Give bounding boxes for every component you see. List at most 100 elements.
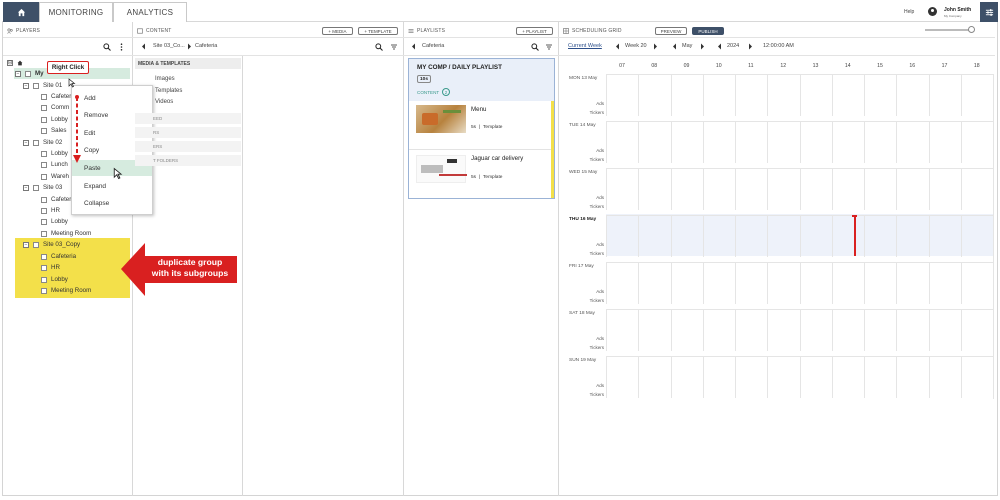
avatar[interactable] [928, 7, 937, 16]
schedule-cell[interactable] [702, 262, 735, 304]
schedule-cell[interactable] [638, 309, 671, 351]
tree-item[interactable]: HR [41, 262, 60, 273]
schedule-cell[interactable] [767, 309, 800, 351]
schedule-cell[interactable] [638, 121, 671, 163]
schedule-cell[interactable] [799, 215, 832, 257]
expand-toggle[interactable]: ⊟ [7, 59, 13, 66]
preview-button[interactable]: PREVIEW [655, 27, 687, 35]
schedule-cell[interactable] [606, 262, 639, 304]
tree-group-site01[interactable]: − Site 01 [23, 80, 62, 91]
chevron-right-icon[interactable] [653, 43, 658, 50]
schedule-cell[interactable] [767, 121, 800, 163]
item-checkbox[interactable] [41, 218, 47, 225]
schedule-cell[interactable] [960, 121, 993, 163]
schedule-cell[interactable] [928, 121, 961, 163]
item-checkbox[interactable] [41, 276, 47, 283]
schedule-cell[interactable] [767, 168, 800, 210]
tree-item[interactable]: Lobby [41, 114, 68, 125]
item-checkbox[interactable] [41, 196, 47, 203]
schedule-cell[interactable] [735, 168, 768, 210]
tab-analytics[interactable]: ANALYTICS [113, 2, 187, 22]
schedule-cell[interactable] [702, 356, 735, 398]
tree-group-site02[interactable]: − Site 02 [23, 137, 62, 148]
schedule-cell[interactable] [735, 74, 768, 116]
expand-toggle[interactable]: − [23, 241, 29, 248]
group-checkbox[interactable] [33, 139, 39, 146]
schedule-cell[interactable] [864, 309, 897, 351]
schedule-cell[interactable] [606, 356, 639, 398]
tree-item[interactable]: Comm [41, 102, 69, 113]
schedule-cell[interactable] [735, 309, 768, 351]
content-item-templates[interactable]: Templates [155, 88, 182, 94]
schedule-cell[interactable] [896, 74, 929, 116]
schedule-cell[interactable] [606, 168, 639, 210]
schedule-cell[interactable] [606, 74, 639, 116]
section-ers[interactable]: ERS [135, 141, 241, 152]
item-checkbox[interactable] [41, 127, 47, 134]
search-icon[interactable] [531, 43, 539, 51]
schedule-cell[interactable] [928, 356, 961, 398]
schedule-cell[interactable] [702, 74, 735, 116]
tree-group-my[interactable]: − My [15, 68, 44, 79]
zoom-slider[interactable] [925, 29, 971, 31]
schedule-cell[interactable] [670, 121, 703, 163]
schedule-cell[interactable] [928, 215, 961, 257]
item-checkbox[interactable] [41, 264, 47, 271]
schedule-cell[interactable] [896, 356, 929, 398]
tree-item[interactable]: Sales [41, 125, 66, 136]
chevron-left-icon[interactable] [672, 43, 677, 50]
schedule-cell[interactable] [638, 356, 671, 398]
schedule-cell[interactable] [831, 309, 864, 351]
settings-button[interactable] [980, 2, 998, 22]
schedule-cell[interactable] [767, 74, 800, 116]
schedule-cell[interactable] [670, 356, 703, 398]
search-icon[interactable] [103, 43, 111, 51]
menu-item-collapse[interactable]: Collapse [72, 195, 152, 211]
schedule-cell[interactable] [831, 262, 864, 304]
current-week-link[interactable]: Current Week [568, 43, 602, 49]
tree-item[interactable]: Meeting Room [41, 285, 91, 296]
chevron-right-icon[interactable] [748, 43, 753, 50]
schedule-cell[interactable] [702, 309, 735, 351]
section-folders[interactable]: T FOLDERS [135, 155, 241, 166]
schedule-cell[interactable] [670, 262, 703, 304]
group-checkbox[interactable] [33, 82, 39, 89]
chevron-left-icon[interactable] [141, 43, 146, 50]
chevron-left-icon[interactable] [717, 43, 722, 50]
content-item-videos[interactable]: Videos [155, 99, 173, 105]
schedule-cell[interactable] [928, 168, 961, 210]
tree-group-site03-copy[interactable]: − Site 03_Copy [23, 239, 80, 250]
help-link[interactable]: Help [904, 9, 914, 15]
schedule-cell[interactable] [606, 215, 639, 257]
schedule-cell[interactable] [638, 74, 671, 116]
schedule-cell[interactable] [928, 74, 961, 116]
chevron-left-icon[interactable] [615, 43, 620, 50]
add-media-button[interactable]: + MEDIA [322, 27, 353, 35]
tree-item[interactable]: Lobby [41, 148, 68, 159]
schedule-cell[interactable] [702, 215, 735, 257]
schedule-cell[interactable] [864, 121, 897, 163]
schedule-cell[interactable] [960, 215, 993, 257]
group-checkbox[interactable] [33, 241, 39, 248]
schedule-cell[interactable] [896, 262, 929, 304]
schedule-cell[interactable] [606, 309, 639, 351]
item-checkbox[interactable] [41, 287, 47, 294]
time-field[interactable]: 12:00:00 AM [763, 43, 794, 49]
item-checkbox[interactable] [41, 253, 47, 260]
schedule-cell[interactable] [864, 74, 897, 116]
tree-item[interactable]: Lobby [41, 274, 68, 285]
more-vertical-icon[interactable] [119, 43, 124, 51]
schedule-cell[interactable] [606, 121, 639, 163]
section-media-templates[interactable]: MEDIA & TEMPLATES [135, 58, 241, 69]
group-checkbox[interactable] [25, 70, 31, 77]
schedule-cell[interactable] [670, 74, 703, 116]
menu-item-expand[interactable]: Expand [72, 178, 152, 194]
menu-item-add[interactable]: Add [72, 90, 152, 106]
schedule-cell[interactable] [896, 121, 929, 163]
tab-monitoring[interactable]: MONITORING [39, 2, 113, 22]
tree-item[interactable]: Cafeteria [41, 251, 76, 262]
tree-item[interactable]: HR [41, 205, 60, 216]
item-checkbox[interactable] [41, 161, 47, 168]
schedule-cell[interactable] [799, 309, 832, 351]
add-playlist-button[interactable]: + PLAYLIST [516, 27, 553, 35]
